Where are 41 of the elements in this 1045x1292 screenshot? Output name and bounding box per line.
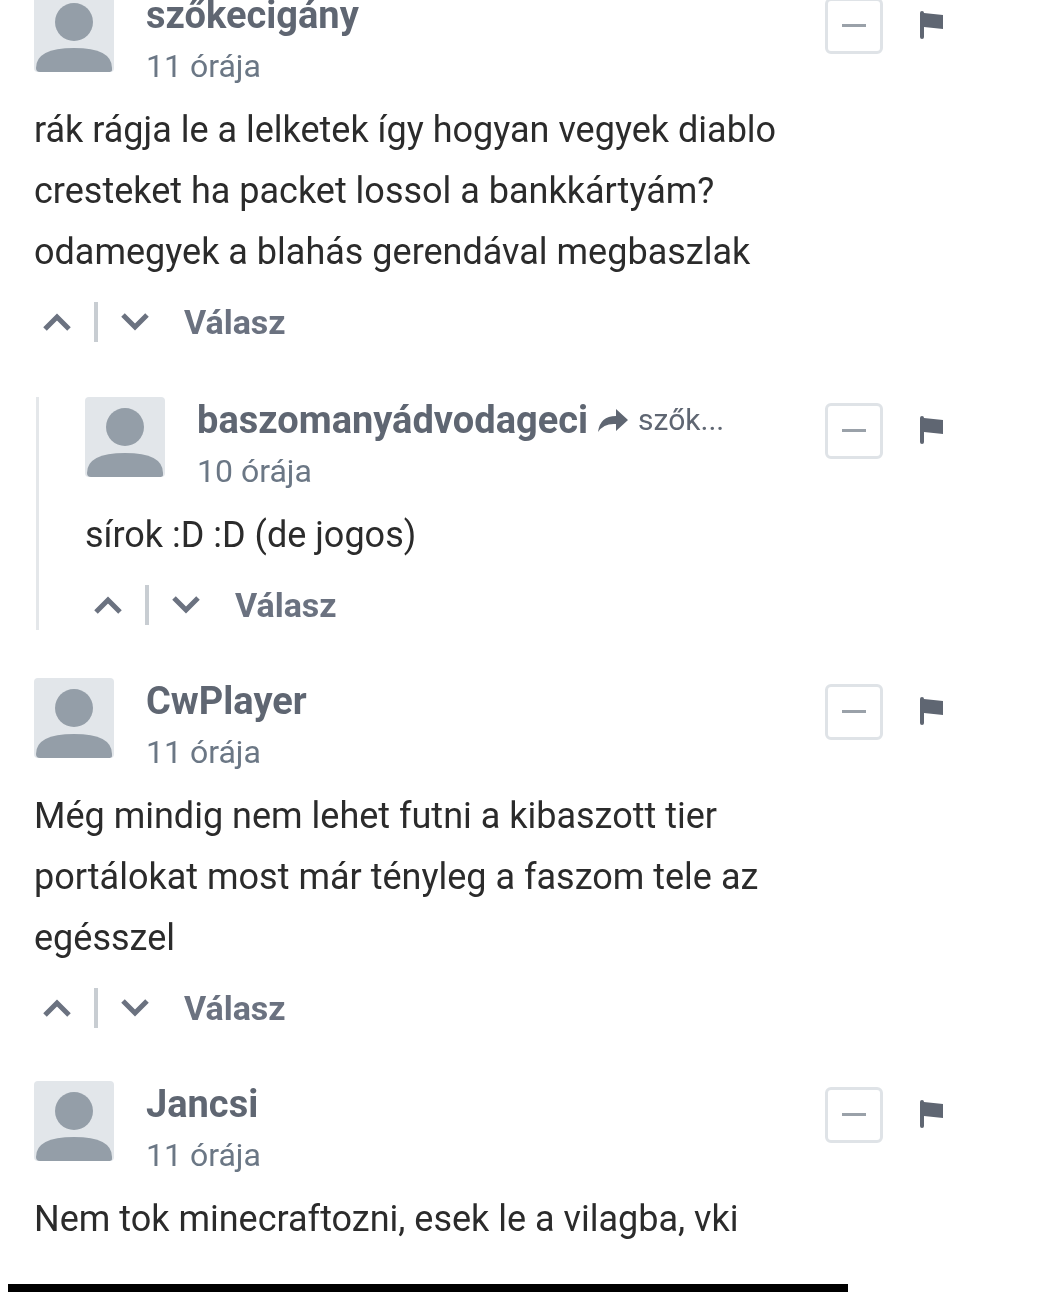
reply-button[interactable]: Válasz <box>184 982 286 1034</box>
comment-text: Még mindig nem lehet futni a kibaszott tier <box>34 794 718 839</box>
author-name[interactable]: CwPlayer <box>146 682 307 720</box>
collapse-button[interactable] <box>825 403 883 459</box>
upvote-icon[interactable] <box>42 998 72 1018</box>
avatar-icon <box>85 397 165 477</box>
flag-icon[interactable] <box>919 10 945 40</box>
minus-icon <box>842 710 866 714</box>
minus-icon <box>842 1113 866 1117</box>
flag-icon[interactable] <box>919 1099 945 1129</box>
collapse-button[interactable] <box>825 684 883 740</box>
avatar-icon <box>34 0 114 72</box>
avatar-icon <box>34 1081 114 1161</box>
minus-icon <box>842 24 866 28</box>
reply-button[interactable]: Válasz <box>235 579 337 631</box>
reply-button[interactable]: Válasz <box>184 296 286 348</box>
downvote-icon[interactable] <box>171 595 201 615</box>
flag-icon[interactable] <box>919 696 945 726</box>
downvote-icon[interactable] <box>120 312 150 332</box>
comment-text: rák rágja le a lelketek így hogyan vegyek diablo <box>34 108 778 153</box>
comment-text: sírok :D :D (de jogos) <box>85 513 418 558</box>
comment-time: 11 órája <box>146 1139 262 1171</box>
collapse-button[interactable] <box>825 0 883 54</box>
reply-to-name[interactable]: szők... <box>638 405 725 435</box>
collapse-button[interactable] <box>825 1087 883 1143</box>
comment-time: 10 órája <box>197 455 313 487</box>
downvote-icon[interactable] <box>120 998 150 1018</box>
comment-text: portálokat most már tényleg a faszom tele az <box>34 855 760 900</box>
avatar-icon <box>34 678 114 758</box>
comment-time: 11 órája <box>146 736 262 768</box>
comment-time: 11 órája <box>146 50 262 82</box>
comment-text: cresteket ha packet lossol a bankkártyám? <box>34 169 716 214</box>
minus-icon <box>842 429 866 433</box>
author-name[interactable]: baszomanyádvodageci <box>197 401 589 439</box>
upvote-icon[interactable] <box>42 312 72 332</box>
upvote-icon[interactable] <box>93 595 123 615</box>
flag-icon[interactable] <box>919 415 945 445</box>
comment-text: odamegyek a blahás gerendával megbaszlak <box>34 230 752 275</box>
comment-text: Nem tok minecraftozni, esek le a vilagba, vki <box>34 1197 740 1242</box>
author-name[interactable]: Jancsi <box>146 1085 259 1123</box>
comment-text: egésszel <box>34 916 176 961</box>
